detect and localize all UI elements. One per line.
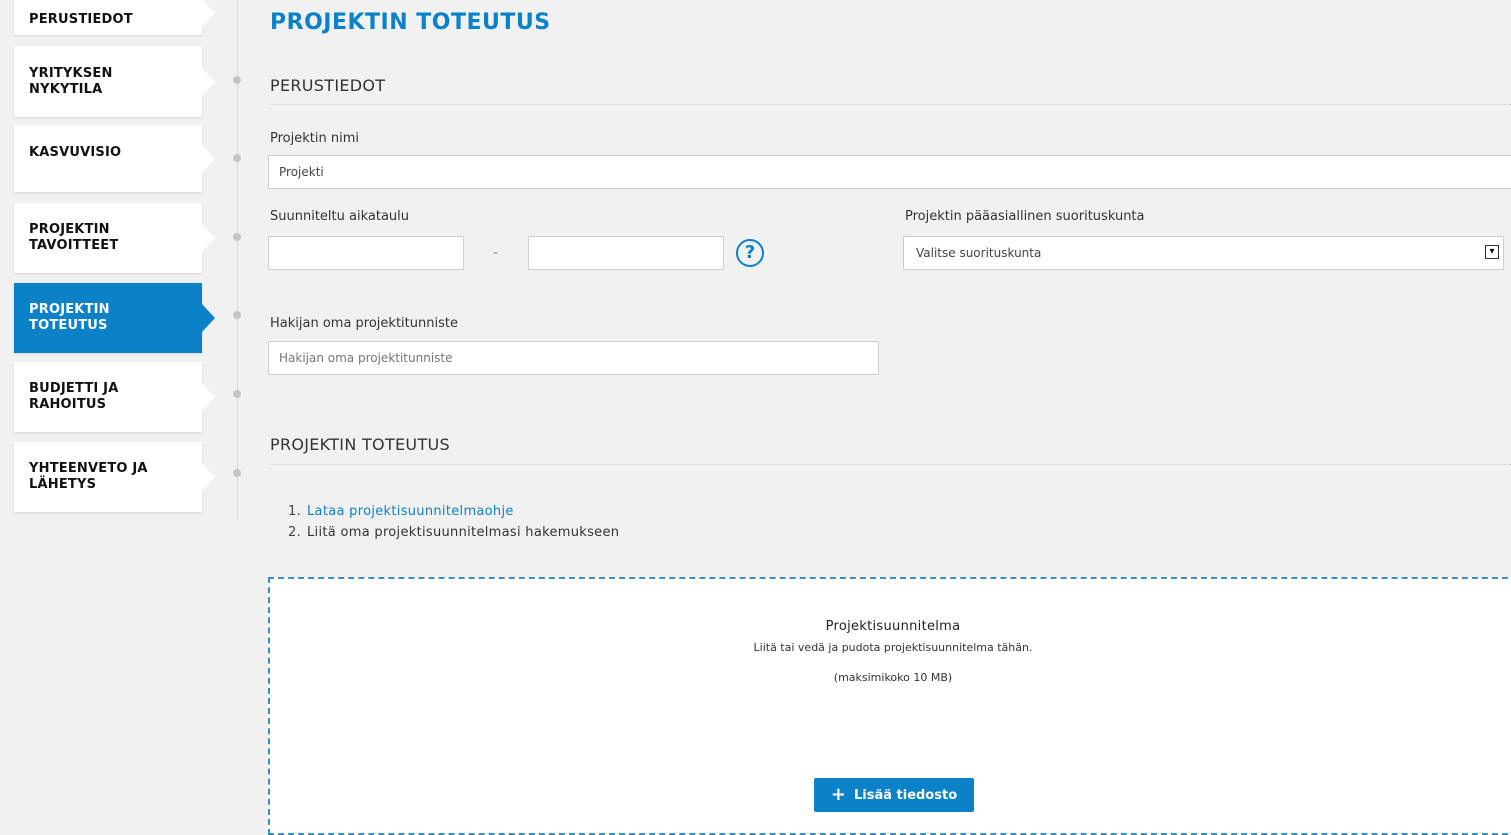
sidebar-item-label: YHTEENVETO JA LÄHETYS bbox=[29, 461, 148, 492]
schedule-start-input[interactable] bbox=[268, 236, 464, 270]
sidebar-item-yhteenveto-ja-lahetys[interactable]: YHTEENVETO JA LÄHETYS bbox=[14, 442, 215, 512]
add-file-button-label: Lisää tiedosto bbox=[853, 787, 958, 803]
sidebar-item-projektin-toteutus[interactable]: PROJEKTIN TOTEUTUS bbox=[14, 283, 215, 353]
sidebar-item-label: PROJEKTIN TAVOITTEET bbox=[29, 222, 119, 253]
dropzone-max-size: (maksimikoko 10 MB) bbox=[833, 671, 953, 684]
sidebar-item-label: PROJEKTIN TOTEUTUS bbox=[29, 302, 110, 333]
applicant-id-input[interactable] bbox=[268, 341, 879, 375]
help-icon[interactable]: ? bbox=[736, 239, 764, 267]
timeline-dot bbox=[233, 233, 241, 241]
step-number: 2. bbox=[288, 525, 302, 540]
steps-list: 1. Lataa projektisuunnitelmaohje 2. Liitä … bbox=[288, 504, 619, 540]
sidebar-item-budjetti-ja-rahoitus[interactable]: BUDJETTI JA RAHOITUS bbox=[14, 362, 215, 432]
section-title-projektin-toteutus: PROJEKTIN TOTEUTUS bbox=[270, 435, 450, 454]
download-guide-link[interactable]: Lataa projektisuunnitelmaohje bbox=[307, 504, 514, 519]
timeline-dot bbox=[233, 154, 241, 162]
sidebar-item-label: KASVUVISIO bbox=[29, 144, 122, 160]
municipality-selected-value: Valitse suorituskunta bbox=[916, 246, 1042, 260]
applicant-id-label: Hakijan oma projektitunniste bbox=[270, 316, 458, 331]
step-text: Liitä oma projektisuunnitelmasi hakemuks… bbox=[307, 525, 620, 540]
page-title: PROJEKTIN TOTEUTUS bbox=[270, 10, 551, 35]
timeline-dot bbox=[233, 76, 241, 84]
section-title-perustiedot: PERUSTIEDOT bbox=[270, 76, 386, 95]
file-dropzone[interactable]: Projektisuunnitelma Liitä tai vedä ja pu… bbox=[268, 577, 1511, 835]
schedule-end-input[interactable] bbox=[528, 236, 724, 270]
municipality-label: Projektin pääasiallinen suorituskunta bbox=[905, 209, 1145, 224]
timeline-dot bbox=[233, 469, 241, 477]
sidebar-item-projektin-tavoitteet[interactable]: PROJEKTIN TAVOITTEET bbox=[14, 203, 215, 273]
sidebar-item-yrityksen-nykytila[interactable]: YRITYKSEN NYKYTILA bbox=[14, 46, 215, 117]
project-name-label: Projektin nimi bbox=[270, 131, 359, 146]
timeline-dot bbox=[233, 390, 241, 398]
sidebar-item-perustiedot[interactable]: PERUSTIEDOT bbox=[14, 0, 215, 35]
dropzone-instruction: Liitä tai vedä ja pudota projektisuunnit… bbox=[753, 641, 1033, 654]
add-file-button[interactable]: + Lisää tiedosto bbox=[814, 778, 974, 812]
municipality-select[interactable]: Valitse suorituskunta ▾ bbox=[903, 236, 1504, 270]
chevron-down-icon: ▾ bbox=[1485, 245, 1499, 259]
sidebar-item-label: YRITYKSEN NYKYTILA bbox=[29, 65, 113, 97]
list-item: 2. Liitä oma projektisuunnitelmasi hakemu… bbox=[288, 525, 619, 540]
step-number: 1. bbox=[288, 504, 302, 519]
project-name-input[interactable]: Projekti bbox=[268, 155, 1511, 189]
schedule-label: Suunniteltu aikataulu bbox=[270, 209, 409, 224]
dropzone-title: Projektisuunnitelma bbox=[825, 619, 961, 634]
sidebar-item-label: BUDJETTI JA RAHOITUS bbox=[29, 381, 119, 412]
section-divider bbox=[270, 104, 1511, 105]
section-divider bbox=[270, 464, 1511, 465]
list-item: 1. Lataa projektisuunnitelmaohje bbox=[288, 504, 619, 519]
sidebar-item-kasvuvisio[interactable]: KASVUVISIO bbox=[14, 125, 215, 192]
plus-icon: + bbox=[830, 784, 846, 805]
date-range-separator: - bbox=[493, 245, 499, 261]
sidebar-item-label: PERUSTIEDOT bbox=[29, 11, 133, 27]
timeline-dot bbox=[233, 311, 241, 319]
